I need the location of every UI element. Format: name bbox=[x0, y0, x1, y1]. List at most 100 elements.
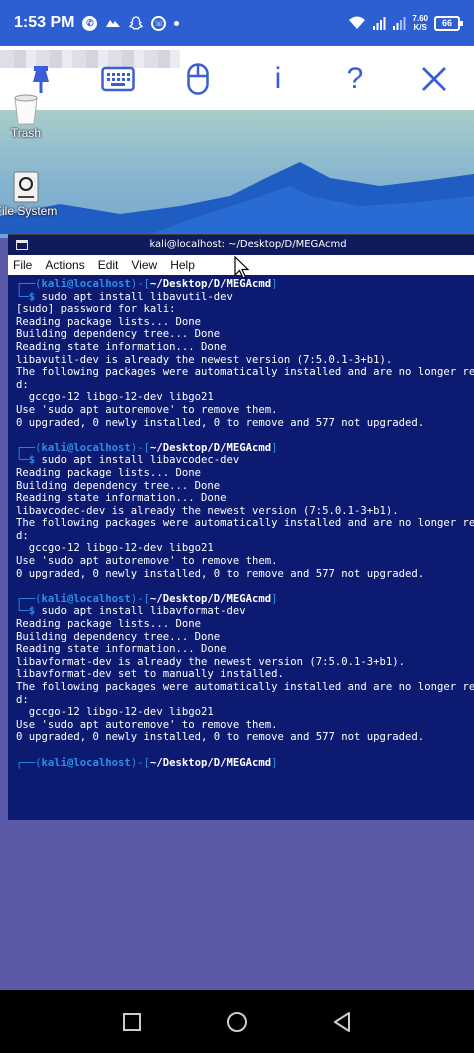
output-line: The following packages were automaticall… bbox=[16, 681, 474, 693]
prompt-frame: ┌──( bbox=[16, 441, 42, 454]
prompt-frame: )-[ bbox=[130, 592, 150, 605]
output-line: Building dependency tree... Done bbox=[16, 479, 221, 492]
prompt-frame: └─ bbox=[16, 290, 29, 303]
prompt-user: kali@localhost bbox=[41, 441, 131, 454]
output-line: gccgo-12 libgo-12-dev libgo21 bbox=[16, 391, 214, 404]
phone-icon: ☏ bbox=[151, 15, 167, 31]
prompt-frame: ] bbox=[271, 756, 278, 769]
prompt-frame: ┌──( bbox=[16, 592, 42, 605]
help-icon[interactable]: ? bbox=[343, 62, 367, 96]
command-line: └─$ sudo apt install libavutil-dev bbox=[16, 291, 474, 304]
desktop-icon-trash[interactable]: Trash bbox=[6, 90, 46, 140]
output-line: Building dependency tree... Done bbox=[16, 328, 221, 341]
dot-icon bbox=[174, 20, 180, 26]
output-line: gccgo-12 libgo-12-dev libgo21 bbox=[16, 706, 214, 719]
prompt-path: ~/Desktop/D/MEGAcmd bbox=[149, 756, 272, 769]
prompt-frame: )-[ bbox=[130, 278, 150, 290]
prompt-frame: )-[ bbox=[130, 441, 150, 454]
output-line: Reading state information... Done bbox=[16, 340, 227, 353]
prompt-frame: )-[ bbox=[130, 756, 150, 769]
prompt-frame: ] bbox=[271, 441, 278, 454]
terminal-output[interactable]: ┌──(kali@localhost)-[~/Desktop/D/MEGAcmd… bbox=[8, 275, 474, 769]
prompt-frame: ] bbox=[271, 278, 278, 290]
prompt-path: ~/Desktop/D/MEGAcmd bbox=[149, 441, 272, 454]
net-speed-value: 7.60 bbox=[412, 14, 428, 23]
drive-icon bbox=[13, 171, 39, 203]
wifi-icon bbox=[348, 16, 366, 30]
output-line: 0 upgraded, 0 newly installed, 0 to remo… bbox=[16, 567, 425, 580]
desktop-icon-label: Trash bbox=[10, 126, 42, 140]
desktop-icon-filesystem[interactable]: File System bbox=[0, 170, 58, 218]
output-line: libavformat-dev is already the newest ve… bbox=[16, 655, 406, 668]
cloud-icon bbox=[105, 17, 121, 29]
prompt-user: kali@localhost bbox=[41, 756, 131, 769]
menu-actions[interactable]: Actions bbox=[45, 258, 84, 272]
prompt-user: kali@localhost bbox=[41, 278, 131, 290]
output-line: gccgo-12 libgo-12-dev libgo21 bbox=[16, 542, 214, 555]
terminal-titlebar[interactable]: kali@localhost: ~/Desktop/D/MEGAcmd bbox=[8, 235, 474, 255]
command-line: └─$ sudo apt install libavcodec-dev bbox=[16, 454, 474, 467]
recents-button[interactable] bbox=[112, 1002, 152, 1042]
output-line: Use 'sudo apt autoremove' to remove them… bbox=[16, 555, 278, 568]
output-line: libavcodec-dev is already the newest ver… bbox=[16, 504, 399, 517]
prompt-frame: ┌──( bbox=[16, 278, 42, 290]
battery-icon: 66 bbox=[434, 15, 463, 31]
output-line: Reading package lists... Done bbox=[16, 618, 201, 631]
signal-icon bbox=[392, 16, 406, 30]
terminal-app-icon bbox=[16, 240, 28, 250]
command-text: sudo apt install libavformat-dev bbox=[35, 605, 246, 618]
prompt-line: ┌──(kali@localhost)-[~/Desktop/D/MEGAcmd… bbox=[16, 593, 474, 606]
info-icon[interactable]: i bbox=[268, 62, 288, 96]
output-line: Reading state information... Done bbox=[16, 492, 227, 505]
desktop-icon-label: File System bbox=[0, 204, 58, 218]
output-line: Use 'sudo apt autoremove' to remove them… bbox=[16, 718, 278, 731]
whatsapp-icon: ✆ bbox=[82, 15, 98, 31]
output-line: 0 upgraded, 0 newly installed, 0 to remo… bbox=[16, 416, 425, 429]
terminal-window[interactable]: kali@localhost: ~/Desktop/D/MEGAcmd File… bbox=[8, 234, 474, 820]
notification-icons: ✆ ☏ bbox=[82, 15, 180, 31]
terminal-title: kali@localhost: ~/Desktop/D/MEGAcmd bbox=[149, 239, 347, 250]
output-line: Reading state information... Done bbox=[16, 643, 227, 656]
system-icons: 7.60 K/S 66 bbox=[348, 14, 463, 32]
back-button[interactable] bbox=[322, 1002, 362, 1042]
snapchat-icon bbox=[129, 16, 144, 30]
keyboard-icon[interactable] bbox=[100, 62, 136, 96]
output-line: The following packages were automaticall… bbox=[16, 366, 474, 379]
home-button[interactable] bbox=[217, 1002, 257, 1042]
menu-view[interactable]: View bbox=[131, 258, 157, 272]
output-line: d: bbox=[16, 529, 29, 542]
prompt-line: ┌──(kali@localhost)-[~/Desktop/D/MEGAcmd… bbox=[16, 442, 474, 455]
trash-icon bbox=[14, 94, 38, 125]
signal-icon bbox=[372, 16, 386, 30]
output-line: Building dependency tree... Done bbox=[16, 630, 221, 643]
android-nav-bar bbox=[0, 990, 474, 1053]
net-speed: 7.60 K/S bbox=[412, 14, 428, 32]
command-text: sudo apt install libavutil-dev bbox=[35, 290, 233, 303]
output-line: Use 'sudo apt autoremove' to remove them… bbox=[16, 403, 278, 416]
prompt-frame: └─ bbox=[16, 454, 29, 467]
output-line: d: bbox=[16, 378, 29, 391]
command-text: sudo apt install libavcodec-dev bbox=[35, 454, 240, 467]
prompt-path: ~/Desktop/D/MEGAcmd bbox=[149, 278, 272, 290]
output-line: libavformat-dev set to manually installe… bbox=[16, 668, 284, 681]
menu-help[interactable]: Help bbox=[170, 258, 195, 272]
prompt-path: ~/Desktop/D/MEGAcmd bbox=[149, 592, 272, 605]
prompt-line: ┌──(kali@localhost)-[~/Desktop/D/MEGAcmd… bbox=[16, 757, 474, 770]
output-line: The following packages were automaticall… bbox=[16, 517, 474, 530]
wallpaper-mountain bbox=[0, 162, 474, 234]
output-line: 0 upgraded, 0 newly installed, 0 to remo… bbox=[16, 731, 425, 744]
close-icon[interactable] bbox=[418, 62, 450, 96]
prompt-frame: ] bbox=[271, 592, 278, 605]
output-line: [sudo] password for kali: bbox=[16, 303, 176, 316]
prompt-user: kali@localhost bbox=[41, 592, 131, 605]
mouse-icon[interactable] bbox=[184, 62, 212, 96]
menu-file[interactable]: File bbox=[13, 258, 32, 272]
menu-edit[interactable]: Edit bbox=[98, 258, 119, 272]
mouse-pointer-icon bbox=[234, 256, 250, 279]
prompt-frame: └─ bbox=[16, 605, 29, 618]
output-line: d: bbox=[16, 693, 29, 706]
command-line: └─$ sudo apt install libavformat-dev bbox=[16, 605, 474, 618]
